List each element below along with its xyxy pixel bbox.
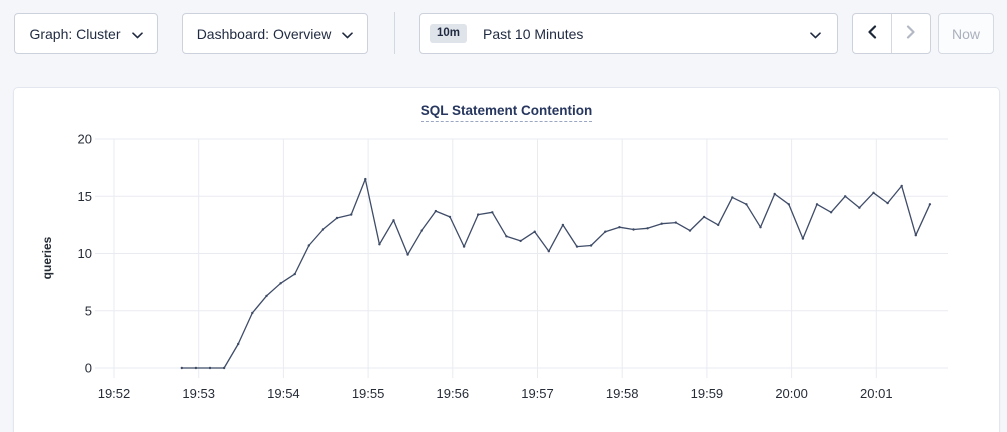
time-window-label: Past 10 Minutes	[483, 26, 583, 42]
chevron-left-icon	[867, 25, 877, 42]
time-range-selector[interactable]: 10m Past 10 Minutes	[419, 13, 838, 54]
chevron-down-icon	[342, 26, 353, 42]
data-point	[491, 211, 493, 213]
y-tick-label: 5	[85, 303, 92, 318]
data-point	[745, 203, 747, 205]
now-button[interactable]: Now	[938, 13, 994, 54]
graph-dropdown[interactable]: Graph: Cluster	[14, 13, 158, 54]
data-point	[322, 228, 324, 230]
data-point	[251, 312, 253, 314]
x-tick-label: 19:54	[267, 386, 300, 401]
data-point	[646, 227, 648, 229]
data-point	[830, 211, 832, 213]
x-tick-label: 20:00	[775, 386, 808, 401]
data-point	[816, 203, 818, 205]
data-point	[364, 178, 366, 180]
toolbar-divider	[394, 12, 395, 54]
y-tick-label: 0	[85, 361, 92, 376]
chevron-down-icon	[810, 26, 821, 42]
data-point	[336, 217, 338, 219]
data-point	[901, 185, 903, 187]
y-tick-label: 20	[78, 132, 92, 147]
data-point	[802, 237, 804, 239]
dashboard-dropdown[interactable]: Dashboard: Overview	[182, 13, 368, 54]
data-point	[195, 367, 197, 369]
y-tick-label: 10	[78, 246, 92, 261]
data-point	[294, 273, 296, 275]
y-tick-label: 15	[78, 189, 92, 204]
data-point	[858, 207, 860, 209]
time-back-button[interactable]	[853, 14, 891, 53]
data-point	[915, 234, 917, 236]
data-point	[618, 226, 620, 228]
data-point	[534, 231, 536, 233]
data-point	[505, 235, 507, 237]
data-point	[392, 219, 394, 221]
data-point	[576, 245, 578, 247]
data-point	[774, 193, 776, 195]
data-point	[308, 244, 310, 246]
data-point	[519, 240, 521, 242]
chevron-right-icon	[906, 25, 916, 42]
data-point	[237, 343, 239, 345]
time-window-badge: 10m	[430, 24, 467, 44]
x-tick-label: 19:58	[606, 386, 639, 401]
data-point	[929, 203, 931, 205]
time-nav-group	[852, 13, 931, 54]
data-point	[548, 250, 550, 252]
data-point	[703, 216, 705, 218]
data-point	[717, 224, 719, 226]
sql-contention-line-chart: 0 5 10 15 20 19:52 19:53 19:54 19:55 19:56 19:57 19…	[14, 88, 1001, 432]
data-point	[449, 216, 451, 218]
data-point	[421, 229, 423, 231]
data-point	[844, 195, 846, 197]
data-point	[350, 213, 352, 215]
dashboard-dropdown-label: Dashboard: Overview	[197, 26, 332, 42]
data-point	[675, 221, 677, 223]
x-tick-label: 19:53	[182, 386, 215, 401]
data-point	[661, 223, 663, 225]
data-point	[279, 282, 281, 284]
data-point	[886, 202, 888, 204]
y-axis-label: queries	[40, 236, 54, 279]
time-forward-button[interactable]	[891, 14, 930, 53]
data-point	[378, 243, 380, 245]
data-point	[604, 231, 606, 233]
x-tick-label: 19:57	[521, 386, 554, 401]
metrics-dashboard: Graph: Cluster Dashboard: Overview 10m P…	[0, 0, 1007, 432]
data-point	[872, 192, 874, 194]
data-point	[632, 228, 634, 230]
data-point	[477, 213, 479, 215]
x-tick-label: 20:01	[860, 386, 893, 401]
x-tick-label: 19:55	[352, 386, 385, 401]
data-point	[788, 203, 790, 205]
x-tick-label: 19:59	[691, 386, 724, 401]
x-tick-label: 19:52	[98, 386, 131, 401]
data-point	[689, 229, 691, 231]
data-point	[435, 210, 437, 212]
graph-dropdown-label: Graph: Cluster	[29, 26, 120, 42]
data-point	[562, 224, 564, 226]
x-tick-label: 19:56	[437, 386, 470, 401]
data-point	[181, 367, 183, 369]
data-point	[590, 244, 592, 246]
data-point	[759, 226, 761, 228]
data-point	[406, 253, 408, 255]
data-point	[265, 295, 267, 297]
chevron-down-icon	[132, 26, 143, 42]
data-point	[463, 245, 465, 247]
data-point	[209, 367, 211, 369]
data-point	[731, 196, 733, 198]
data-point	[223, 367, 225, 369]
chart-card: SQL Statement Contention 0510152019:5219…	[13, 87, 1000, 432]
